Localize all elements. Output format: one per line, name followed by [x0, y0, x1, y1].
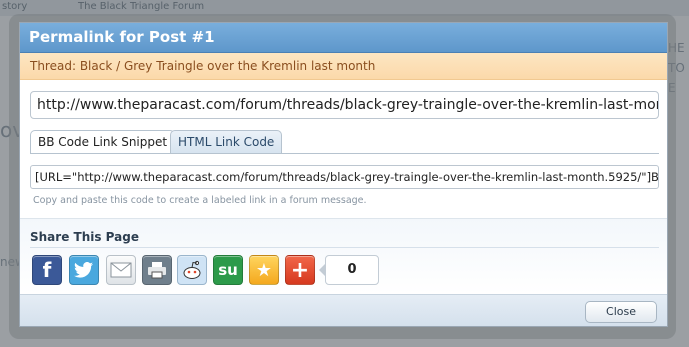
close-button[interactable]: Close [585, 301, 657, 323]
permalink-dialog: Permalink for Post #1 Thread: Black / Gr… [19, 22, 668, 327]
favorites-share-button[interactable]: ★ [249, 255, 279, 285]
share-section: Share This Page f su ★ + 0 [20, 218, 667, 294]
permalink-url-field[interactable]: http://www.theparacast.com/forum/threads… [30, 91, 659, 119]
tab-divider [30, 153, 659, 154]
thread-title: Thread: Black / Grey Traingle over the K… [20, 53, 667, 80]
bb-code-snippet-field[interactable]: [URL="http://www.theparacast.com/forum/t… [30, 165, 659, 189]
email-share-button[interactable] [106, 255, 136, 285]
plus-icon: + [290, 257, 310, 283]
star-icon: ★ [255, 259, 273, 281]
facebook-share-button[interactable]: f [32, 255, 62, 285]
print-icon [148, 262, 166, 279]
tab-html-code[interactable]: HTML Link Code [170, 130, 283, 154]
twitter-icon [74, 262, 93, 278]
twitter-share-button[interactable] [69, 255, 99, 285]
share-count: 0 [319, 255, 379, 285]
snippet-hint: Copy and paste this code to create a lab… [33, 195, 367, 206]
reddit-icon [183, 260, 201, 279]
share-title: Share This Page [30, 230, 139, 244]
share-divider [30, 247, 659, 248]
dialog-footer: Close [20, 294, 667, 326]
facebook-icon: f [42, 258, 52, 282]
stumbleupon-icon: su [218, 261, 238, 279]
tab-bb-code[interactable]: BB Code Link Snippet [30, 130, 176, 154]
dialog-title: Permalink for Post #1 [20, 23, 667, 53]
reddit-share-button[interactable] [177, 255, 207, 285]
print-share-button[interactable] [142, 255, 172, 285]
email-icon [110, 262, 132, 278]
stumbleupon-share-button[interactable]: su [213, 255, 243, 285]
more-share-button[interactable]: + [285, 255, 315, 285]
